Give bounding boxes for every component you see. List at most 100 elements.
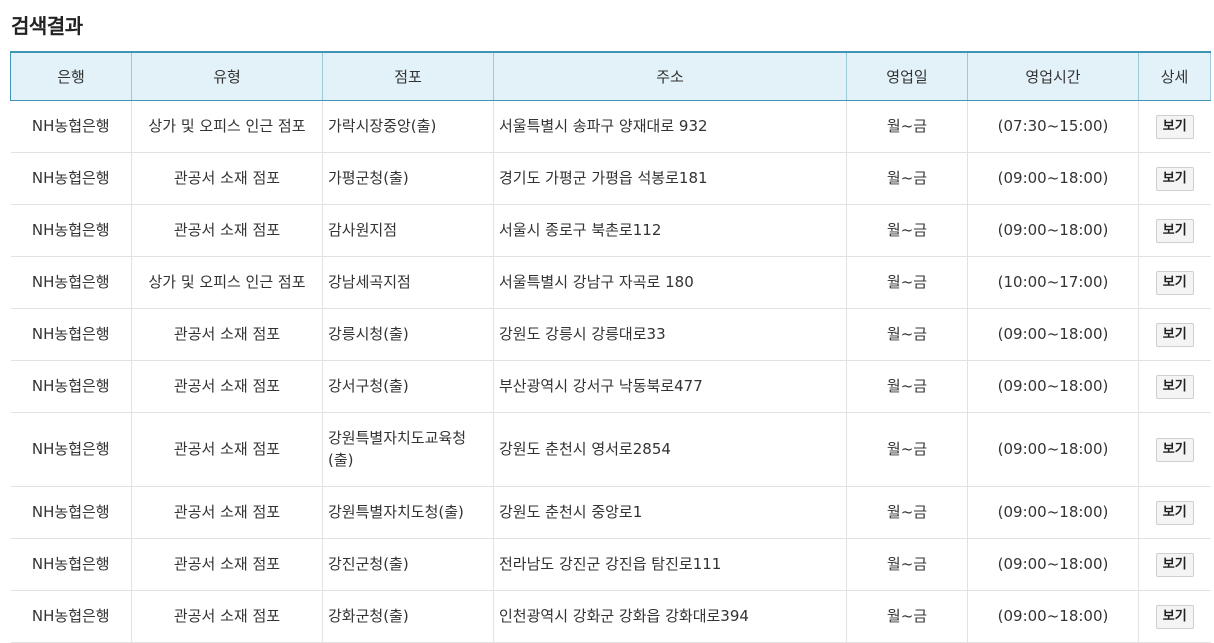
cell-hours: (09:00~18:00) (967, 308, 1139, 361)
detail-button[interactable]: 보기 (1155, 270, 1194, 295)
cell-hours: (09:00~18:00) (967, 486, 1139, 539)
detail-button[interactable]: 보기 (1155, 500, 1194, 525)
cell-days: 월~금 (846, 152, 968, 205)
cell-days: 월~금 (846, 412, 968, 487)
table-row: NH농협은행 관공서 소재 점포 강진군청(출) 전라남도 강진군 강진읍 탐진로11… (10, 538, 1211, 591)
cell-bank: NH농협은행 (10, 100, 132, 153)
cell-type: 관공서 소재 점포 (131, 204, 323, 257)
cell-detail: 보기 (1138, 204, 1211, 257)
table-row: NH농협은행 상가 및 오피스 인근 점포 가락시장중앙(출) 서울특별시 송파구 양… (10, 100, 1211, 153)
cell-hours: (09:00~18:00) (967, 360, 1139, 413)
cell-hours: (09:00~18:00) (967, 412, 1139, 487)
cell-days: 월~금 (846, 486, 968, 539)
cell-branch: 강원특별자치도청(출) (322, 486, 494, 539)
detail-button[interactable]: 보기 (1155, 552, 1194, 577)
header-hours: 영업시간 (967, 51, 1139, 101)
cell-hours: (09:00~18:00) (967, 538, 1139, 591)
table-body: NH농협은행 상가 및 오피스 인근 점포 가락시장중앙(출) 서울특별시 송파구 양… (10, 100, 1211, 643)
cell-address: 전라남도 강진군 강진읍 탐진로111 (493, 538, 847, 591)
table-header: 은행 유형 점포 주소 영업일 영업시간 상세 (10, 51, 1211, 101)
detail-button[interactable]: 보기 (1155, 374, 1194, 399)
cell-detail: 보기 (1138, 308, 1211, 361)
cell-bank: NH농협은행 (10, 308, 132, 361)
header-branch: 점포 (322, 51, 494, 101)
cell-type: 관공서 소재 점포 (131, 360, 323, 413)
header-days: 영업일 (846, 51, 968, 101)
cell-days: 월~금 (846, 100, 968, 153)
cell-branch: 가평군청(출) (322, 152, 494, 205)
cell-type: 관공서 소재 점포 (131, 486, 323, 539)
table-row: NH농협은행 관공서 소재 점포 강원특별자치도청(출) 강원도 춘천시 중앙로1 월~… (10, 486, 1211, 539)
cell-hours: (09:00~18:00) (967, 590, 1139, 643)
table-row: NH농협은행 관공서 소재 점포 강화군청(출) 인천광역시 강화군 강화읍 강화대로… (10, 590, 1211, 643)
cell-detail: 보기 (1138, 590, 1211, 643)
cell-branch: 강릉시청(출) (322, 308, 494, 361)
detail-button[interactable]: 보기 (1155, 322, 1194, 347)
cell-days: 월~금 (846, 360, 968, 413)
header-row: 은행 유형 점포 주소 영업일 영업시간 상세 (10, 51, 1211, 101)
detail-button[interactable]: 보기 (1155, 218, 1194, 243)
table-row: NH농협은행 관공서 소재 점포 감사원지점 서울시 종로구 북촌로112 월~금 (09… (10, 204, 1211, 257)
cell-hours: (09:00~18:00) (967, 152, 1139, 205)
detail-button[interactable]: 보기 (1155, 604, 1194, 629)
cell-detail: 보기 (1138, 486, 1211, 539)
header-address: 주소 (493, 51, 847, 101)
cell-type: 관공서 소재 점포 (131, 412, 323, 487)
cell-days: 월~금 (846, 590, 968, 643)
cell-bank: NH농협은행 (10, 360, 132, 413)
cell-address: 서울특별시 강남구 자곡로 180 (493, 256, 847, 309)
cell-bank: NH농협은행 (10, 152, 132, 205)
table-row: NH농협은행 관공서 소재 점포 강서구청(출) 부산광역시 강서구 낙동북로477 월… (10, 360, 1211, 413)
cell-type: 관공서 소재 점포 (131, 538, 323, 591)
cell-days: 월~금 (846, 204, 968, 257)
page-title: 검색결과 (11, 14, 83, 38)
detail-button[interactable]: 보기 (1155, 166, 1194, 191)
cell-days: 월~금 (846, 538, 968, 591)
cell-address: 서울시 종로구 북촌로112 (493, 204, 847, 257)
cell-type: 상가 및 오피스 인근 점포 (131, 256, 323, 309)
detail-button[interactable]: 보기 (1155, 114, 1194, 139)
cell-hours: (07:30~15:00) (967, 100, 1139, 153)
cell-hours: (09:00~18:00) (967, 204, 1139, 257)
cell-days: 월~금 (846, 308, 968, 361)
header-type: 유형 (131, 51, 323, 101)
cell-branch: 강진군청(출) (322, 538, 494, 591)
cell-detail: 보기 (1138, 412, 1211, 487)
table-row: NH농협은행 상가 및 오피스 인근 점포 강남세곡지점 서울특별시 강남구 자곡로 … (10, 256, 1211, 309)
cell-address: 강원도 강릉시 강릉대로33 (493, 308, 847, 361)
cell-hours: (10:00~17:00) (967, 256, 1139, 309)
cell-bank: NH농협은행 (10, 256, 132, 309)
table-row: NH농협은행 관공서 소재 점포 가평군청(출) 경기도 가평군 가평읍 석봉로181… (10, 152, 1211, 205)
cell-days: 월~금 (846, 256, 968, 309)
header-bank: 은행 (10, 51, 132, 101)
cell-bank: NH농협은행 (10, 538, 132, 591)
cell-detail: 보기 (1138, 256, 1211, 309)
cell-branch: 강서구청(출) (322, 360, 494, 413)
cell-type: 관공서 소재 점포 (131, 152, 323, 205)
cell-branch: 강남세곡지점 (322, 256, 494, 309)
detail-button[interactable]: 보기 (1155, 437, 1194, 462)
cell-detail: 보기 (1138, 360, 1211, 413)
table-row: NH농협은행 관공서 소재 점포 강릉시청(출) 강원도 강릉시 강릉대로33 월~금(… (10, 308, 1211, 361)
cell-detail: 보기 (1138, 152, 1211, 205)
cell-type: 관공서 소재 점포 (131, 590, 323, 643)
cell-branch: 강원특별자치도교육청(출) (322, 412, 494, 487)
header-detail: 상세 (1138, 51, 1211, 101)
cell-address: 서울특별시 송파구 양재대로 932 (493, 100, 847, 153)
cell-address: 강원도 춘천시 중앙로1 (493, 486, 847, 539)
cell-address: 인천광역시 강화군 강화읍 강화대로394 (493, 590, 847, 643)
cell-address: 부산광역시 강서구 낙동북로477 (493, 360, 847, 413)
table-row: NH농협은행 관공서 소재 점포 강원특별자치도교육청(출) 강원도 춘천시 영서로2… (10, 412, 1211, 487)
cell-address: 경기도 가평군 가평읍 석봉로181 (493, 152, 847, 205)
cell-type: 상가 및 오피스 인근 점포 (131, 100, 323, 153)
cell-branch: 감사원지점 (322, 204, 494, 257)
cell-branch: 강화군청(출) (322, 590, 494, 643)
cell-branch: 가락시장중앙(출) (322, 100, 494, 153)
results-table: 은행 유형 점포 주소 영업일 영업시간 상세 NH농협은행 상가 및 오피스 인… (10, 51, 1211, 643)
cell-address: 강원도 춘천시 영서로2854 (493, 412, 847, 487)
cell-bank: NH농협은행 (10, 590, 132, 643)
cell-detail: 보기 (1138, 538, 1211, 591)
cell-type: 관공서 소재 점포 (131, 308, 323, 361)
cell-bank: NH농협은행 (10, 412, 132, 487)
cell-detail: 보기 (1138, 100, 1211, 153)
